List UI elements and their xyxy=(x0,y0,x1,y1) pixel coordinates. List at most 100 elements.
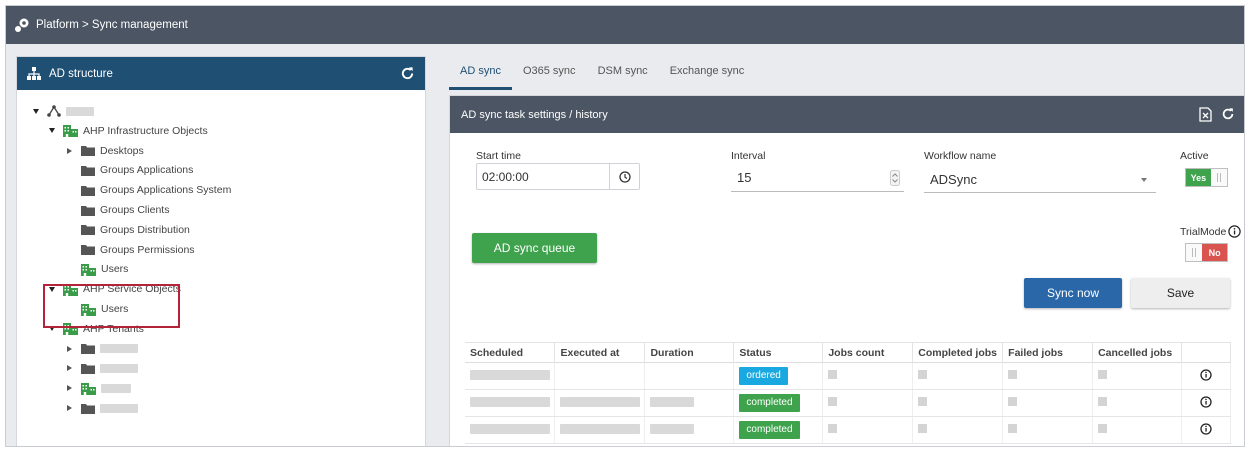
active-label: Active xyxy=(1180,150,1209,162)
active-toggle[interactable]: Yes xyxy=(1185,168,1228,187)
ad-sync-queue-button[interactable]: AD sync queue xyxy=(472,233,597,263)
tree-node-label xyxy=(101,383,131,393)
table-row: completed xyxy=(465,416,1231,444)
column-header[interactable]: Duration xyxy=(644,342,735,363)
redacted-value xyxy=(650,396,695,407)
table-header-row: Scheduled Executed at Duration Status Jo… xyxy=(465,342,1231,363)
refresh-icon[interactable] xyxy=(400,66,415,81)
ad-structure-header: AD structure xyxy=(17,57,425,90)
info-icon[interactable] xyxy=(1200,422,1212,435)
selection-highlight xyxy=(43,284,180,328)
row-info-cell xyxy=(1181,416,1231,444)
start-time-value: 02:00:00 xyxy=(482,169,529,184)
top-bar: Platform > Sync management xyxy=(6,6,1244,44)
interval-input[interactable]: 15 xyxy=(731,166,904,192)
tree-node[interactable]: Desktops xyxy=(67,142,144,160)
info-icon[interactable] xyxy=(1200,395,1212,408)
count-cell xyxy=(912,416,1004,444)
tree-node[interactable]: Groups Distribution xyxy=(67,221,190,239)
trial-mode-toggle[interactable]: No xyxy=(1185,243,1228,262)
redacted-value xyxy=(560,396,641,407)
column-header[interactable]: Cancelled jobs xyxy=(1092,342,1182,363)
tree-node[interactable]: Groups Clients xyxy=(67,201,169,219)
interval-value: 15 xyxy=(737,170,752,185)
count-cell xyxy=(822,389,914,417)
excel-export-icon[interactable] xyxy=(1199,107,1212,122)
redacted-cell xyxy=(465,416,556,444)
column-header[interactable]: Failed jobs xyxy=(1002,342,1094,363)
tree-node-label xyxy=(100,344,138,354)
column-header[interactable]: Scheduled xyxy=(465,342,556,363)
redacted-cell xyxy=(465,389,556,417)
tree-node-label: Desktops xyxy=(100,144,144,157)
tree-node[interactable] xyxy=(67,340,138,358)
caret-right-icon[interactable] xyxy=(67,147,72,154)
column-header[interactable]: Status xyxy=(733,342,824,363)
toggle-grip xyxy=(1210,169,1227,186)
caret-right-icon[interactable] xyxy=(67,385,72,392)
count-cell xyxy=(822,362,914,390)
caret-right-icon[interactable] xyxy=(67,345,72,352)
folder-icon xyxy=(81,146,95,157)
trial-mode-label-wrap: TrialMode xyxy=(1180,225,1241,238)
table-row: ordered xyxy=(465,362,1231,390)
count-cell xyxy=(1002,362,1094,390)
tree-node-label: Groups Permissions xyxy=(100,243,195,256)
ad-sync-settings-panel: AD sync task settings / history Start ti… xyxy=(449,95,1244,446)
row-info-cell xyxy=(1181,389,1231,417)
column-header[interactable]: Executed at xyxy=(554,342,646,363)
tab-o365-sync[interactable]: O365 sync xyxy=(512,56,587,90)
tree-node-label xyxy=(100,363,138,373)
redacted-count xyxy=(918,424,928,433)
tree-node[interactable] xyxy=(67,379,131,397)
column-header[interactable]: Jobs count xyxy=(822,342,914,363)
settings-title: AD sync task settings / history xyxy=(461,108,608,121)
redacted-count xyxy=(918,370,928,379)
tree-node-label xyxy=(66,106,94,116)
column-header[interactable]: Completed jobs xyxy=(912,342,1004,363)
interval-label: Interval xyxy=(731,150,766,162)
status-cell: completed xyxy=(733,416,824,444)
tree-node-label: Groups Applications System xyxy=(100,184,232,197)
tree-node[interactable]: Users xyxy=(67,260,128,278)
folder-icon xyxy=(81,165,95,176)
tree-node-label: Users xyxy=(101,263,129,276)
folder-icon xyxy=(81,205,95,216)
save-button[interactable]: Save xyxy=(1131,278,1230,308)
caret-right-icon[interactable] xyxy=(67,365,72,372)
start-time-field[interactable]: 02:00:00 xyxy=(476,163,640,190)
hierarchy-icon xyxy=(27,67,41,80)
tree-node[interactable]: Groups Applications System xyxy=(67,181,231,199)
tree-node[interactable]: Groups Permissions xyxy=(67,241,195,259)
start-time-label: Start time xyxy=(476,150,521,162)
workflow-select[interactable]: ADSync xyxy=(924,166,1156,193)
refresh-icon[interactable] xyxy=(1221,107,1235,121)
sync-tabs: AD sync O365 sync DSM sync Exchange sync xyxy=(449,56,755,90)
caret-down-icon[interactable] xyxy=(49,128,55,134)
tree-node[interactable] xyxy=(67,359,138,377)
count-cell xyxy=(1002,416,1094,444)
active-toggle-on: Yes xyxy=(1186,169,1211,186)
redacted-cell xyxy=(644,362,735,390)
tab-exchange-sync[interactable]: Exchange sync xyxy=(659,56,756,90)
tree-node-label: Groups Applications xyxy=(100,164,194,177)
tree-node[interactable] xyxy=(67,399,138,417)
tab-dsm-sync[interactable]: DSM sync xyxy=(587,56,659,90)
count-cell xyxy=(912,389,1004,417)
redacted-cell xyxy=(644,416,735,444)
info-icon[interactable] xyxy=(1200,368,1212,381)
info-icon[interactable] xyxy=(1228,225,1241,238)
settings-header: AD sync task settings / history xyxy=(450,96,1244,133)
tree-node[interactable]: Groups Applications xyxy=(67,161,193,179)
caret-right-icon[interactable] xyxy=(67,405,72,411)
spinner-arrows-icon[interactable] xyxy=(890,170,900,186)
caret-down-icon[interactable] xyxy=(33,108,39,114)
sync-now-button[interactable]: Sync now xyxy=(1024,278,1122,308)
tree-node[interactable]: AHP Infrastructure Objects xyxy=(49,122,208,140)
redacted-cell xyxy=(554,416,646,444)
tree-node[interactable] xyxy=(33,102,94,120)
tab-ad-sync[interactable]: AD sync xyxy=(449,56,512,90)
root-icon xyxy=(47,105,61,117)
folder-icon xyxy=(81,403,95,414)
clock-button[interactable] xyxy=(609,164,639,189)
